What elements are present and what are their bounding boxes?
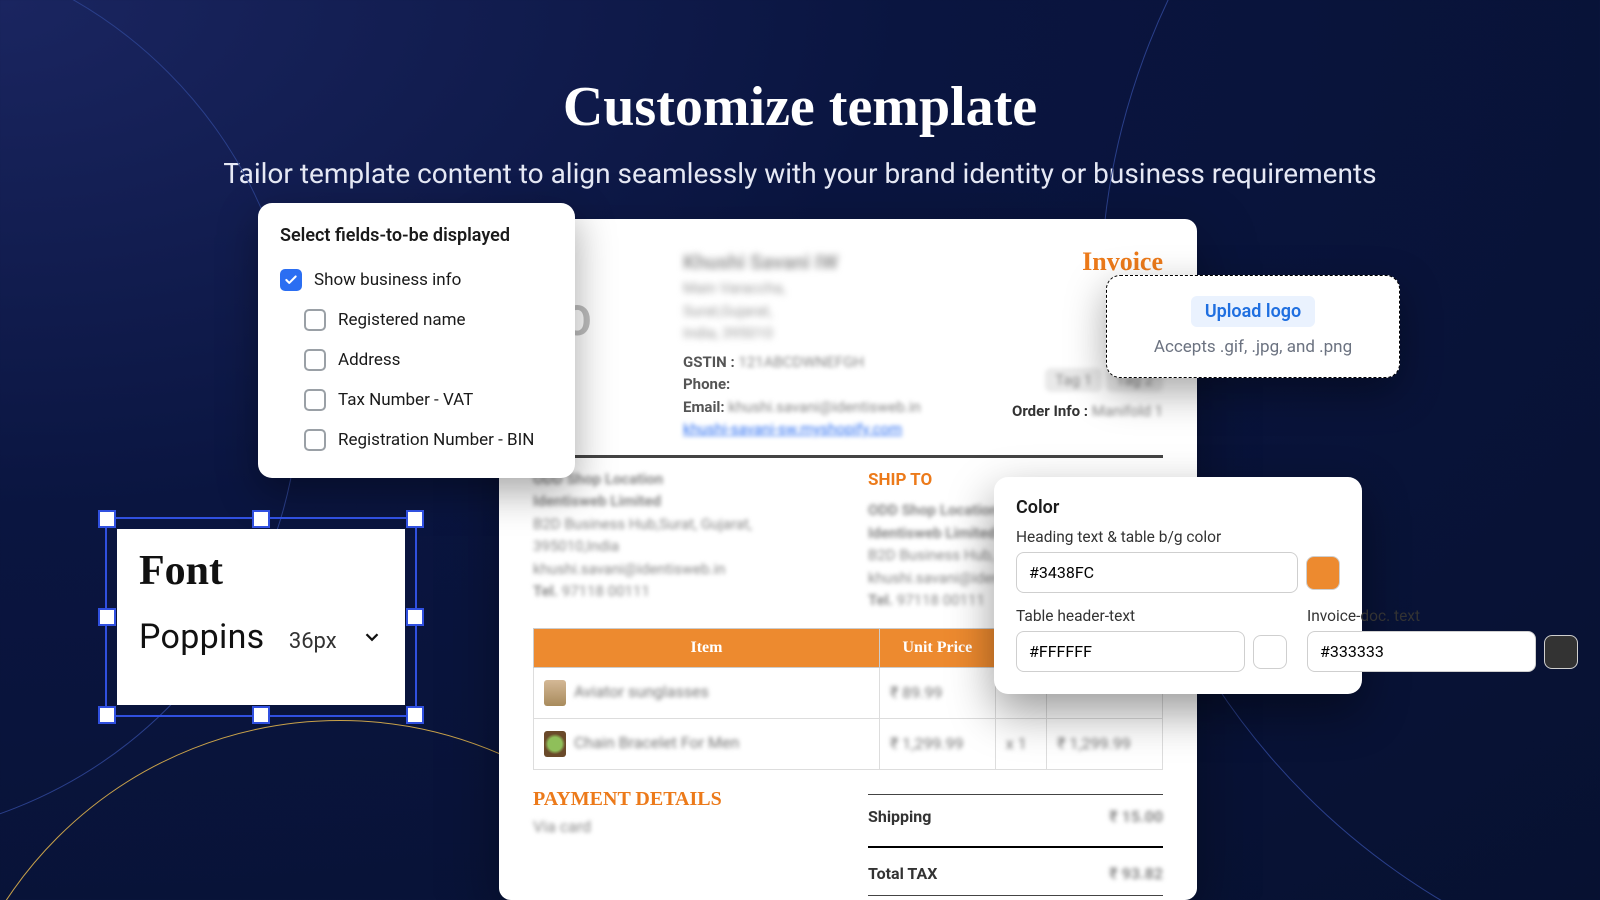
- checkbox-label: Tax Number - VAT: [338, 390, 473, 410]
- color-popover: Color Heading text & table b/g color Tab…: [994, 477, 1362, 694]
- page-title: Customize template: [0, 0, 1600, 139]
- invoice-text-color-swatch[interactable]: [1544, 635, 1578, 669]
- checkbox[interactable]: [304, 389, 326, 411]
- header-text-color-input[interactable]: [1016, 631, 1245, 672]
- checkbox-label: Registered name: [338, 310, 466, 330]
- order-info-label: Order Info :: [1012, 402, 1088, 420]
- total-tax-label: Total TAX: [868, 864, 937, 883]
- phone-label: Phone:: [683, 375, 730, 393]
- checkbox[interactable]: [304, 429, 326, 451]
- font-card-selection[interactable]: Font Poppins 36px: [105, 517, 417, 717]
- font-picker[interactable]: Poppins 36px: [139, 617, 383, 657]
- gstin-label: GSTIN :: [683, 353, 735, 371]
- upload-logo-link[interactable]: Upload logo: [1191, 296, 1315, 327]
- checkbox-label: Show business info: [314, 270, 461, 290]
- col-item: Item: [534, 628, 880, 667]
- checkbox-label: Registration Number - BIN: [338, 430, 534, 450]
- heading-color-input[interactable]: [1016, 552, 1298, 593]
- invoice-text-color-input[interactable]: [1307, 631, 1536, 672]
- heading-color-label: Heading text & table b/g color: [1016, 528, 1340, 546]
- checkbox[interactable]: [280, 269, 302, 291]
- header-text-color-label: Table header-text: [1016, 607, 1287, 625]
- checkbox-label: Address: [338, 350, 400, 370]
- field-checkbox-row[interactable]: Registration Number - BIN: [280, 420, 553, 460]
- invoice-heading: Invoice: [1012, 247, 1163, 277]
- table-row: Chain Bracelet For Men ₹ 1,299.99x 1₹ 1,…: [534, 718, 1163, 769]
- col-unit-price: Unit Price: [879, 628, 995, 667]
- chevron-down-icon: [361, 626, 383, 648]
- upload-hint: Accepts .gif, .jpg, and .png: [1131, 337, 1375, 357]
- checkbox[interactable]: [304, 349, 326, 371]
- color-popover-title: Color: [1016, 497, 1340, 518]
- upload-logo-popover[interactable]: Upload logo Accepts .gif, .jpg, and .png: [1106, 275, 1400, 378]
- fields-popover-title: Select fields-to-be displayed: [280, 225, 553, 246]
- shipping-label: Shipping: [868, 807, 931, 826]
- checkbox[interactable]: [304, 309, 326, 331]
- fields-popover: Select fields-to-be displayed Show busin…: [258, 203, 575, 478]
- header-text-color-swatch[interactable]: [1253, 635, 1287, 669]
- invoice-text-color-label: Invoice-doc. text: [1307, 607, 1578, 625]
- field-checkbox-row[interactable]: Show business info: [280, 260, 553, 300]
- email-label: Email:: [683, 398, 725, 416]
- page-subtitle: Tailor template content to align seamles…: [0, 157, 1600, 190]
- field-checkbox-row[interactable]: Address: [280, 340, 553, 380]
- payment-details-heading: PAYMENT DETAILS: [533, 788, 828, 811]
- field-checkbox-row[interactable]: Tax Number - VAT: [280, 380, 553, 420]
- font-card-title: Font: [139, 547, 383, 595]
- field-checkbox-row[interactable]: Registered name: [280, 300, 553, 340]
- heading-color-swatch[interactable]: [1306, 556, 1340, 590]
- font-name: Poppins: [139, 617, 265, 657]
- font-size: 36px: [289, 629, 337, 654]
